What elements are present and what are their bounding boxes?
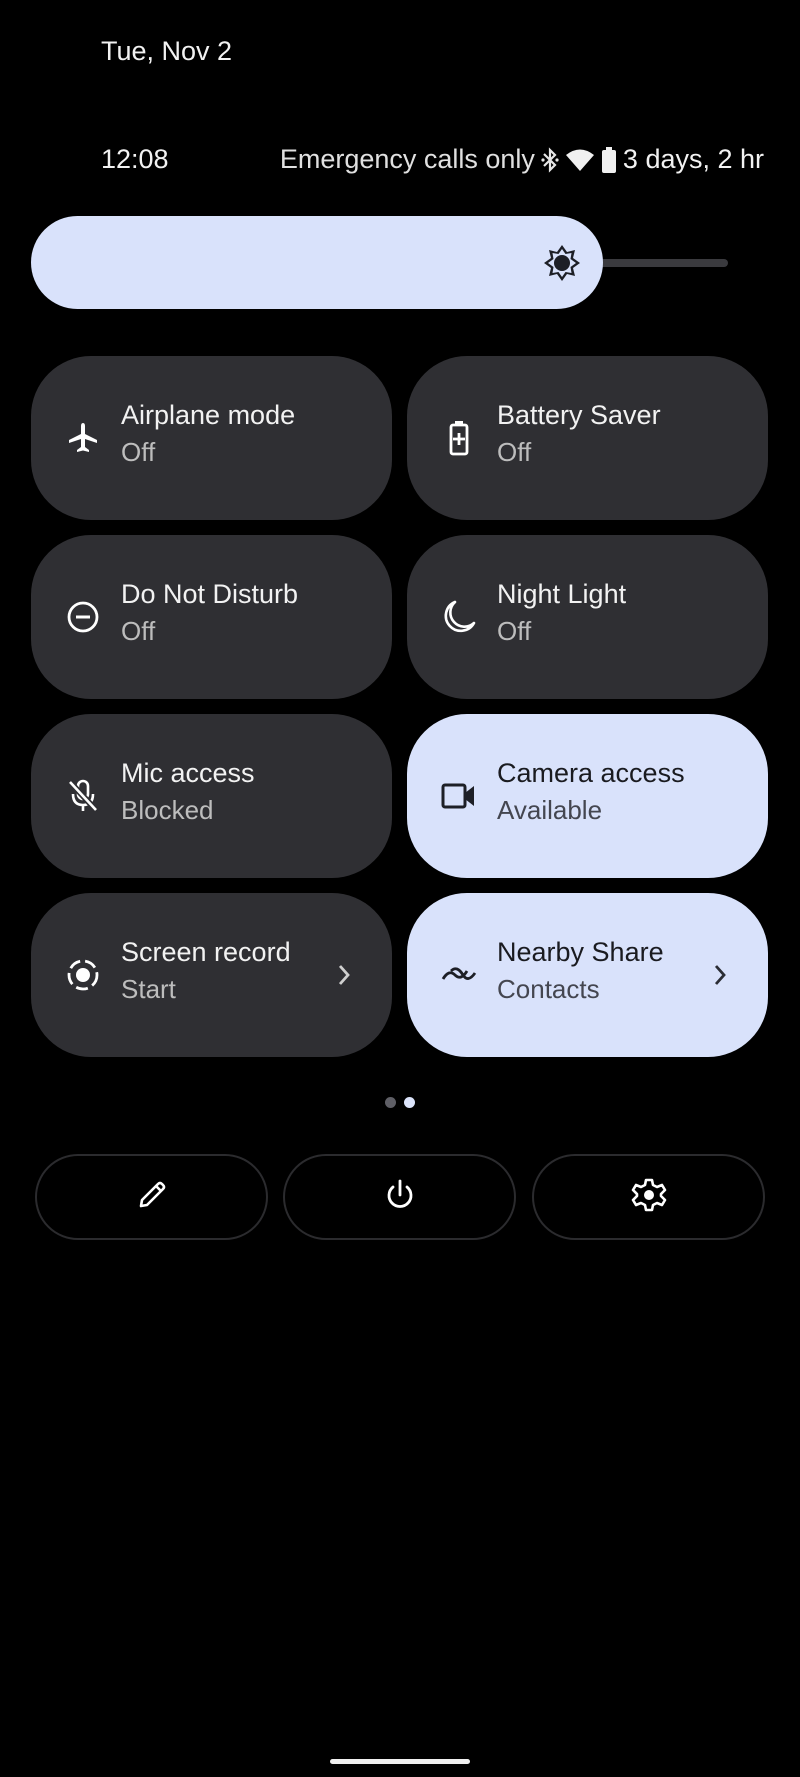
tile-subtitle: Off [497,437,532,467]
wifi-icon [565,148,595,172]
carrier-status: Emergency calls only [279,144,535,174]
brightness-track[interactable] [591,259,728,267]
do-not-disturb-icon [65,599,101,635]
edit-button[interactable] [35,1154,268,1240]
date-label[interactable]: Tue, Nov 2 [101,36,232,67]
bluetooth-icon [541,146,559,173]
settings-button[interactable] [532,1154,765,1240]
mic-off-icon [65,778,101,814]
brightness-fill[interactable] [31,216,603,309]
tile-title: Battery Saver [497,400,661,430]
tile-night-light[interactable]: Night Light Off [407,535,768,699]
page-dot-1[interactable] [385,1097,396,1108]
tile-camera-access[interactable]: Camera access Available [407,714,768,878]
power-icon [383,1178,417,1217]
airplane-icon [65,420,101,456]
battery-icon [601,146,617,173]
tile-title: Mic access [121,758,255,788]
moon-icon [441,599,477,635]
clock[interactable]: 12:08 [101,144,169,175]
tile-title: Screen record [121,937,291,967]
tile-subtitle: Start [121,974,176,1004]
status-bar: Emergency calls only 3 days, 2 hr [280,144,764,175]
tile-subtitle: Blocked [121,795,214,825]
tile-airplane-mode[interactable]: Airplane mode Off [31,356,392,520]
tile-subtitle: Off [121,437,156,467]
brightness-icon [543,244,581,282]
gesture-nav-handle[interactable] [330,1759,470,1764]
brightness-slider[interactable] [31,216,728,309]
tile-subtitle: Available [497,795,603,825]
tile-subtitle: Contacts [497,974,600,1004]
tile-mic-access[interactable]: Mic access Blocked [31,714,392,878]
tile-do-not-disturb[interactable]: Do Not Disturb Off [31,535,392,699]
tile-title: Nearby Share [497,937,664,967]
tile-title: Camera access [497,758,685,788]
tile-subtitle: Off [121,616,156,646]
nearby-share-icon [441,957,477,993]
power-button[interactable] [283,1154,516,1240]
battery-saver-icon [441,420,477,456]
pencil-icon [135,1178,169,1217]
tile-screen-record[interactable]: Screen record Start [31,893,392,1057]
camera-icon [441,778,477,814]
screen-record-icon [65,957,101,993]
tile-battery-saver[interactable]: Battery Saver Off [407,356,768,520]
page-dot-2[interactable] [404,1097,415,1108]
page-indicator [385,1097,415,1108]
chevron-right-icon[interactable] [330,961,358,989]
tile-title: Do Not Disturb [121,579,299,609]
battery-text: 3 days, 2 hr [622,144,764,174]
tile-title: Airplane mode [121,400,296,430]
gear-icon [631,1177,667,1218]
chevron-right-icon[interactable] [706,961,734,989]
tile-nearby-share[interactable]: Nearby Share Contacts [407,893,768,1057]
tile-subtitle: Off [497,616,532,646]
tile-title: Night Light [497,579,627,609]
